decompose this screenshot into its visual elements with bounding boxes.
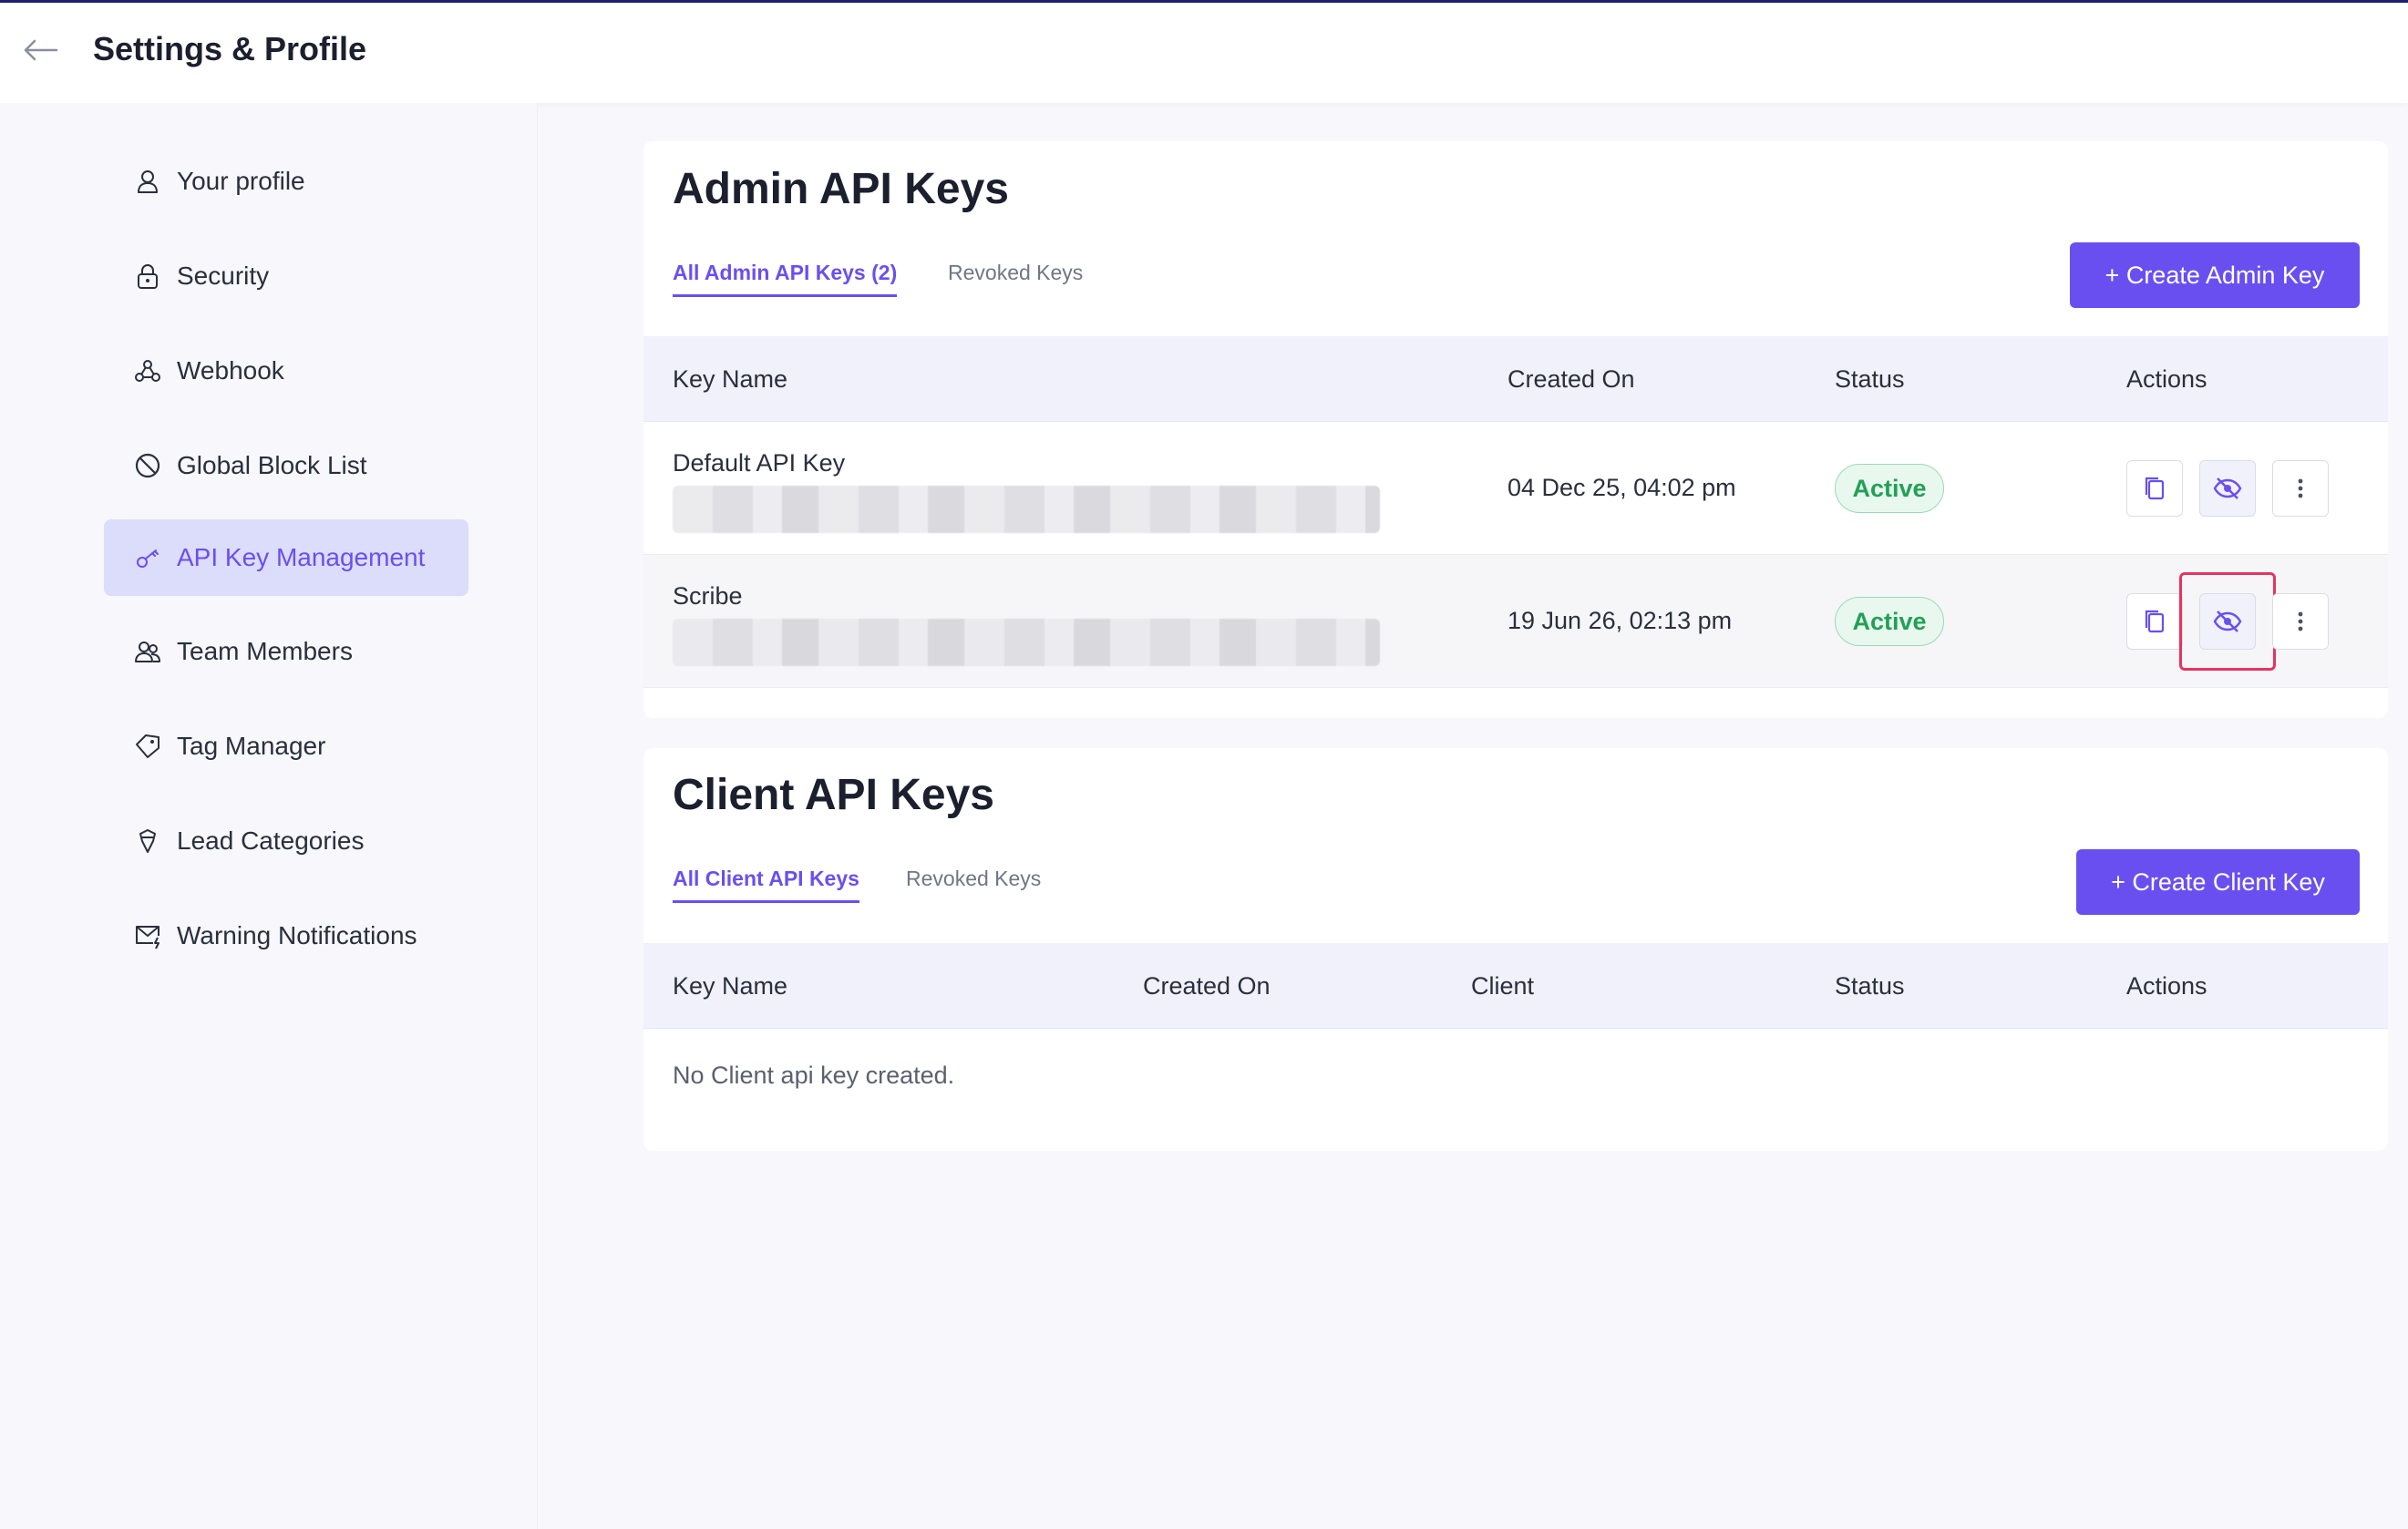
top-bar: Settings & Profile [0, 0, 2408, 103]
mail-warning-icon [131, 919, 164, 952]
key-name: Default API Key [673, 449, 846, 477]
column-header-actions: Actions [2126, 971, 2207, 1000]
sidebar-item-label: Webhook [177, 356, 284, 385]
column-header-client: Client [1471, 971, 1535, 1000]
client-table-header: Key Name Created On Client Status Action… [643, 943, 2388, 1029]
sidebar-item-security[interactable]: Security [104, 238, 468, 314]
sidebar-item-webhook[interactable]: Webhook [104, 333, 468, 409]
client-api-keys-card: Client API Keys All Client API Keys Revo… [643, 748, 2388, 1151]
column-header-status: Status [1835, 364, 1905, 393]
copy-key-button[interactable] [2126, 460, 2183, 517]
sidebar-item-warning-notifications[interactable]: Warning Notifications [104, 898, 468, 974]
sidebar: Your profile Security Webhook Global Blo… [0, 103, 538, 1529]
hide-key-button[interactable] [2199, 460, 2256, 517]
key-icon [131, 541, 164, 574]
created-on: 04 Dec 25, 04:02 pm [1508, 474, 1736, 501]
sidebar-item-label: Security [177, 262, 270, 290]
key-name: Scribe [673, 582, 743, 610]
arrow-left-icon [24, 39, 58, 61]
copy-icon [2145, 477, 2165, 500]
sidebar-item-team-members[interactable]: Team Members [104, 613, 468, 690]
client-card-title: Client API Keys [673, 771, 994, 819]
sidebar-item-global-block-list[interactable]: Global Block List [104, 427, 468, 504]
more-options-button[interactable] [2272, 593, 2329, 650]
sidebar-item-label: Lead Categories [177, 826, 365, 855]
column-header-key-name: Key Name [673, 364, 788, 393]
sidebar-item-label: Warning Notifications [177, 921, 417, 949]
created-on: 19 Jun 26, 02:13 pm [1508, 607, 1733, 634]
masked-key-value [673, 619, 1380, 666]
tab-all-admin-api-keys[interactable]: All Admin API Keys (2) [673, 261, 898, 297]
create-client-key-button[interactable]: + Create Client Key [2076, 849, 2360, 915]
table-row: Default API Key 04 Dec 25, 04:02 pm Acti… [643, 422, 2388, 555]
user-icon [131, 165, 164, 198]
copy-key-button[interactable] [2126, 593, 2183, 650]
sidebar-item-label: API Key Management [177, 543, 426, 571]
sidebar-item-label: Team Members [177, 637, 353, 665]
lock-icon [131, 260, 164, 292]
admin-table-header: Key Name Created On Status Actions [643, 336, 2388, 422]
status-badge: Active [1835, 464, 1944, 513]
more-vertical-icon [2298, 478, 2303, 498]
sidebar-item-your-profile[interactable]: Your profile [104, 143, 468, 220]
eye-off-icon [2213, 477, 2242, 499]
tab-revoked-client-keys[interactable]: Revoked Keys [906, 867, 1041, 900]
column-header-status: Status [1835, 971, 1905, 1000]
team-icon [131, 635, 164, 668]
column-header-actions: Actions [2126, 364, 2207, 393]
sidebar-item-label: Your profile [177, 167, 305, 195]
sidebar-item-label: Global Block List [177, 451, 367, 479]
sidebar-item-label: Tag Manager [177, 732, 326, 760]
sidebar-item-api-key-management[interactable]: API Key Management [104, 519, 468, 596]
eye-off-icon [2213, 611, 2242, 632]
more-options-button[interactable] [2272, 460, 2329, 517]
lead-categories-icon [131, 825, 164, 857]
page-title: Settings & Profile [93, 30, 367, 67]
sidebar-item-lead-categories[interactable]: Lead Categories [104, 803, 468, 879]
status-badge: Active [1835, 597, 1944, 646]
create-admin-key-button[interactable]: + Create Admin Key [2070, 242, 2360, 308]
table-row: Scribe 19 Jun 26, 02:13 pm Active [643, 555, 2388, 688]
column-header-created-on: Created On [1143, 971, 1271, 1000]
tab-revoked-admin-keys[interactable]: Revoked Keys [948, 261, 1083, 294]
back-button[interactable] [20, 34, 60, 67]
masked-key-value [673, 486, 1380, 533]
column-header-created-on: Created On [1508, 364, 1635, 393]
empty-state-message: No Client api key created. [673, 1062, 955, 1089]
admin-card-title: Admin API Keys [673, 165, 1009, 213]
tab-all-client-api-keys[interactable]: All Client API Keys [673, 867, 859, 903]
admin-api-keys-card: Admin API Keys All Admin API Keys (2) Re… [643, 141, 2388, 718]
more-vertical-icon [2298, 611, 2303, 631]
webhook-icon [131, 354, 164, 387]
hide-key-button[interactable] [2199, 593, 2256, 650]
sidebar-item-tag-manager[interactable]: Tag Manager [104, 708, 468, 785]
tag-icon [131, 730, 164, 763]
copy-icon [2145, 610, 2165, 633]
column-header-key-name: Key Name [673, 971, 788, 1000]
block-icon [131, 449, 164, 482]
